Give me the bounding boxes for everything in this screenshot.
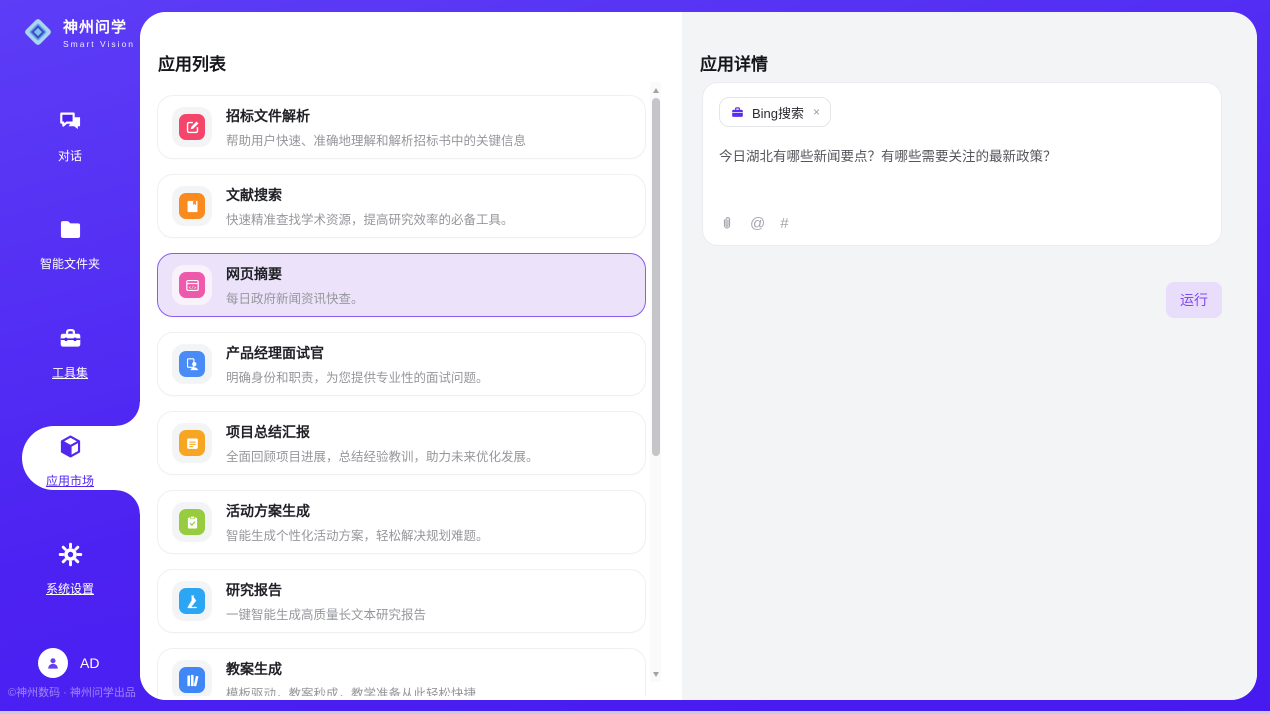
brand-logo: 神州问学 Smart Vision (20, 14, 135, 50)
app-detail-title: 应用详情 (700, 50, 768, 75)
clipboard-icon (179, 509, 205, 535)
calendar-icon (179, 430, 205, 456)
app-list-item[interactable]: 产品经理面试官明确身份和职责，为您提供专业性的面试问题。 (157, 332, 646, 396)
main-content: 应用列表 招标文件解析帮助用户快速、准确地理解和解析招标书中的关键信息文献搜索快… (140, 12, 1257, 700)
app-description: 智能生成个性化活动方案，轻松解决规划难题。 (226, 525, 489, 544)
app-icon-tile (172, 186, 212, 226)
user-label: AD (80, 655, 99, 671)
app-name: 产品经理面试官 (226, 343, 489, 363)
app-icon-tile (172, 502, 212, 542)
user-avatar-icon (38, 648, 68, 678)
app-list-item[interactable]: 教案生成模板驱动，教案秒成，教学准备从此轻松快捷 (157, 648, 646, 696)
hash-icon[interactable]: # (780, 216, 788, 231)
browser-icon: </> (179, 272, 205, 298)
cube-icon (57, 433, 84, 465)
folder-icon (57, 216, 84, 248)
book-icon (179, 193, 205, 219)
sidebar-item-label: 工具集 (52, 364, 88, 381)
app-list-item[interactable]: 研究报告一键智能生成高质量长文本研究报告 (157, 569, 646, 633)
app-list-item[interactable]: 项目总结汇报全面回顾项目进展，总结经验教训，助力未来优化发展。 (157, 411, 646, 475)
app-icon-tile (172, 423, 212, 463)
sidebar-item-chat[interactable]: 对话 (0, 108, 140, 164)
copyright-text: ©神州数码 · 神州问学出品 (8, 684, 136, 700)
scroll-down-arrow[interactable] (650, 668, 661, 680)
sidebar-item-toolbox[interactable]: 工具集 (0, 325, 140, 381)
app-description: 每日政府新闻资讯快查。 (226, 288, 364, 307)
app-name: 研究报告 (226, 580, 426, 600)
app-list: 招标文件解析帮助用户快速、准确地理解和解析招标书中的关键信息文献搜索快速精准查找… (157, 82, 649, 696)
run-row: 运行 (702, 282, 1222, 318)
sidebar-item-label: 对话 (58, 147, 82, 164)
edit-icon (179, 114, 205, 140)
sidebar: 神州问学 Smart Vision 对话智能文件夹工具集应用市场系统设置 AD … (0, 0, 140, 714)
scrollbar[interactable] (650, 82, 661, 682)
user-profile[interactable]: AD (38, 648, 99, 678)
app-list-panel: 应用列表 招标文件解析帮助用户快速、准确地理解和解析招标书中的关键信息文献搜索快… (140, 12, 682, 700)
run-button[interactable]: 运行 (1166, 282, 1222, 318)
flask-icon (179, 588, 205, 614)
app-name: 活动方案生成 (226, 501, 489, 521)
app-name: 项目总结汇报 (226, 422, 539, 442)
query-text[interactable]: 今日湖北有哪些新闻要点？有哪些需要关注的最新政策？ (719, 147, 1205, 167)
at-icon[interactable]: @ (750, 216, 765, 231)
app-name: 网页摘要 (226, 264, 364, 284)
toolbox-icon (57, 325, 84, 357)
app-description: 帮助用户快速、准确地理解和解析招标书中的关键信息 (226, 130, 526, 149)
brand-subtitle: Smart Vision (63, 39, 135, 49)
gear-icon (57, 541, 84, 573)
app-icon-tile: </> (172, 265, 212, 305)
app-list-item[interactable]: </> 网页摘要每日政府新闻资讯快查。 (157, 253, 646, 317)
app-name: 招标文件解析 (226, 106, 526, 126)
app-name: 教案生成 (226, 659, 476, 679)
briefcase-icon (730, 105, 745, 120)
app-list-item[interactable]: 招标文件解析帮助用户快速、准确地理解和解析招标书中的关键信息 (157, 95, 646, 159)
person-icon (179, 351, 205, 377)
query-card: Bing搜索 × 今日湖北有哪些新闻要点？有哪些需要关注的最新政策？ @ # (702, 82, 1222, 246)
sidebar-item-gear[interactable]: 系统设置 (0, 541, 140, 597)
tool-chip-bing-search[interactable]: Bing搜索 × (719, 97, 831, 127)
chip-close-icon[interactable]: × (813, 105, 820, 119)
books-icon (179, 667, 205, 693)
sidebar-item-cube[interactable]: 应用市场 (0, 433, 140, 489)
app-icon-tile (172, 107, 212, 147)
svg-text:</>: </> (188, 284, 196, 290)
composer-toolbar: @ # (719, 215, 1205, 231)
brand-diamond-icon (20, 14, 56, 50)
app-list-title: 应用列表 (158, 50, 226, 75)
scrollbar-thumb[interactable] (652, 98, 660, 456)
chat-icon (57, 108, 84, 140)
app-detail-panel: 应用详情 Bing搜索 × 今日湖北有哪些新闻要点？有哪些需要关注的最新政策？ (682, 12, 1257, 700)
app-list-item[interactable]: 活动方案生成智能生成个性化活动方案，轻松解决规划难题。 (157, 490, 646, 554)
app-list-item[interactable]: 文献搜索快速精准查找学术资源，提高研究效率的必备工具。 (157, 174, 646, 238)
app-description: 全面回顾项目进展，总结经验教训，助力未来优化发展。 (226, 446, 539, 465)
app-icon-tile (172, 581, 212, 621)
app-description: 快速精准查找学术资源，提高研究效率的必备工具。 (226, 209, 514, 228)
app-description: 模板驱动，教案秒成，教学准备从此轻松快捷 (226, 683, 476, 697)
sidebar-item-label: 系统设置 (46, 580, 94, 597)
sidebar-item-label: 应用市场 (46, 472, 94, 489)
app-description: 一键智能生成高质量长文本研究报告 (226, 604, 426, 623)
brand-name: 神州问学 (63, 16, 135, 37)
scroll-up-arrow[interactable] (650, 84, 661, 96)
sidebar-item-folder[interactable]: 智能文件夹 (0, 216, 140, 272)
sidebar-item-label: 智能文件夹 (40, 255, 100, 272)
paperclip-icon[interactable] (719, 215, 735, 231)
app-name: 文献搜索 (226, 185, 514, 205)
app-icon-tile (172, 344, 212, 384)
tool-chip-label: Bing搜索 (752, 103, 804, 122)
app-description: 明确身份和职责，为您提供专业性的面试问题。 (226, 367, 489, 386)
app-icon-tile (172, 660, 212, 696)
